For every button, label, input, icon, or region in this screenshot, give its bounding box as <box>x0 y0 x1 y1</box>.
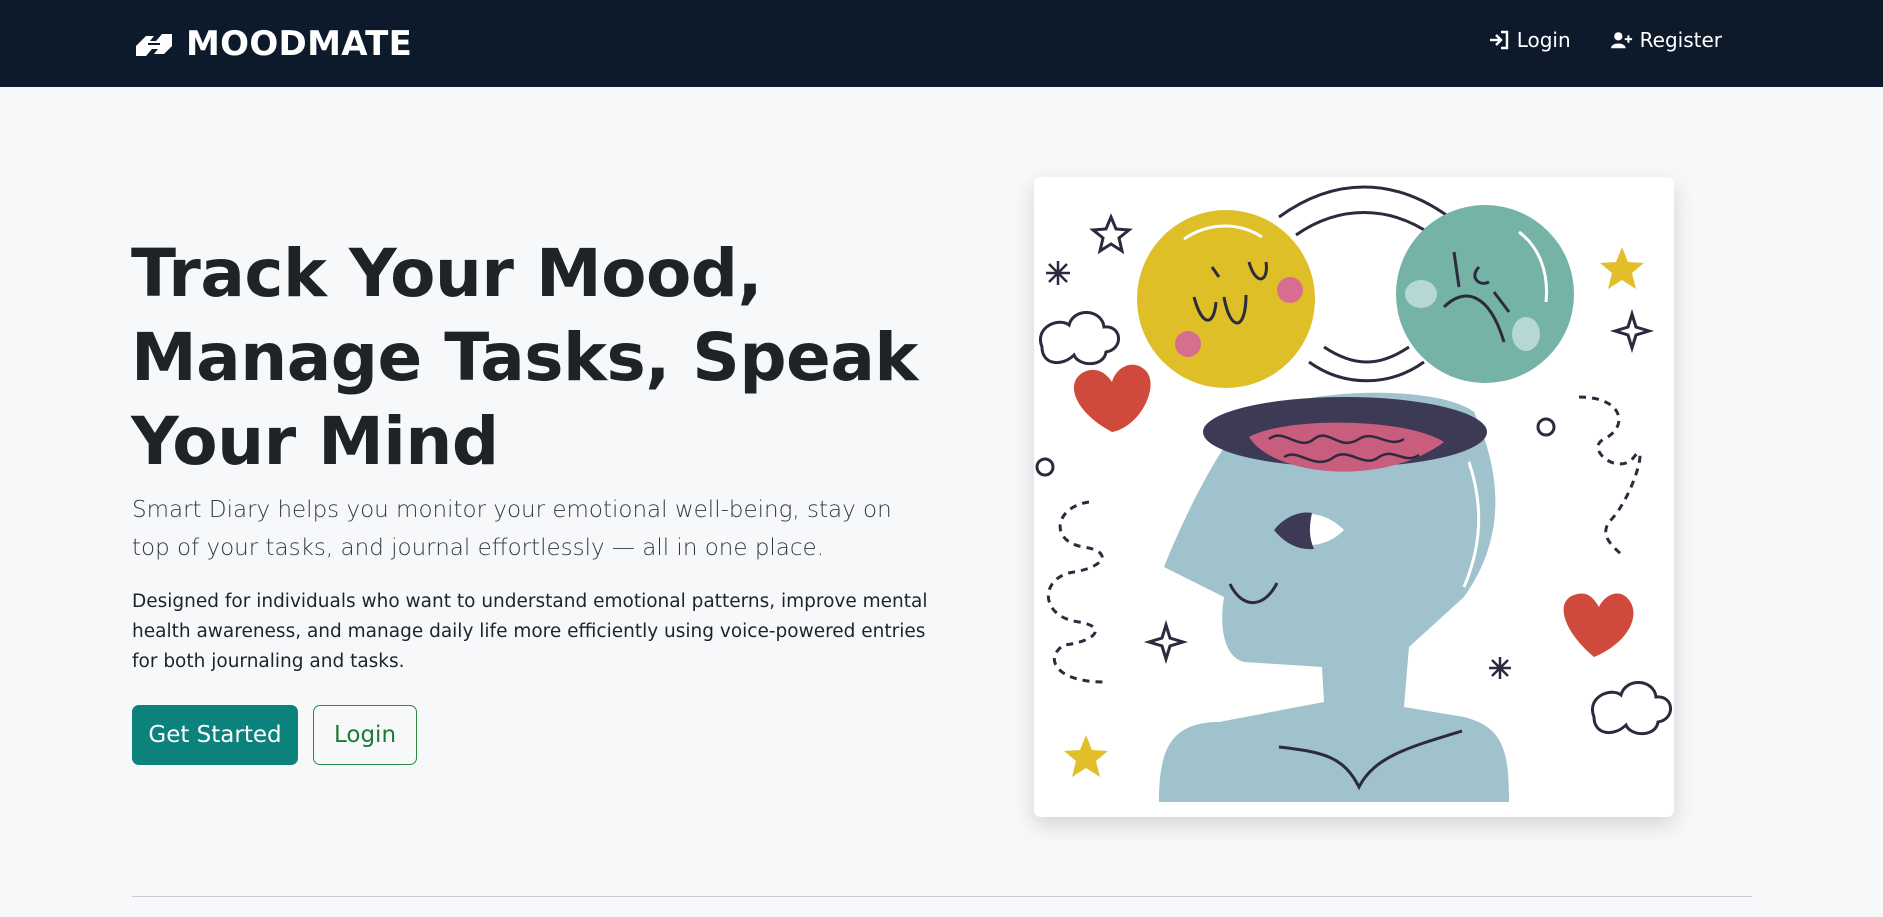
mental-health-head-illustration <box>1035 185 1672 802</box>
navbar: MOODMATE Login Register <box>0 0 1883 87</box>
nav-register-link[interactable]: Register <box>1610 28 1722 52</box>
sign-in-icon <box>1489 30 1508 50</box>
nav-links: Login Register <box>1488 28 1722 52</box>
brand-name: MOODMATE <box>186 24 413 64</box>
hero-login-button[interactable]: Login <box>313 705 417 765</box>
handshake-icon <box>136 34 172 56</box>
hero-lead: Smart Diary helps you monitor your emoti… <box>132 497 892 561</box>
nav-register-label: Register <box>1639 28 1722 52</box>
user-plus-icon <box>1610 32 1632 49</box>
brand-link[interactable]: MOODMATE <box>132 22 412 66</box>
hero-illustration <box>1034 177 1674 817</box>
hero-title: Track Your Mood, Manage Tasks, Speak You… <box>131 235 918 480</box>
nav-login-label: Login <box>1516 28 1571 52</box>
hero-description: Designed for individuals who want to und… <box>132 591 928 672</box>
section-divider <box>132 896 1752 897</box>
nav-login-link[interactable]: Login <box>1488 28 1571 52</box>
get-started-button[interactable]: Get Started <box>132 705 298 765</box>
